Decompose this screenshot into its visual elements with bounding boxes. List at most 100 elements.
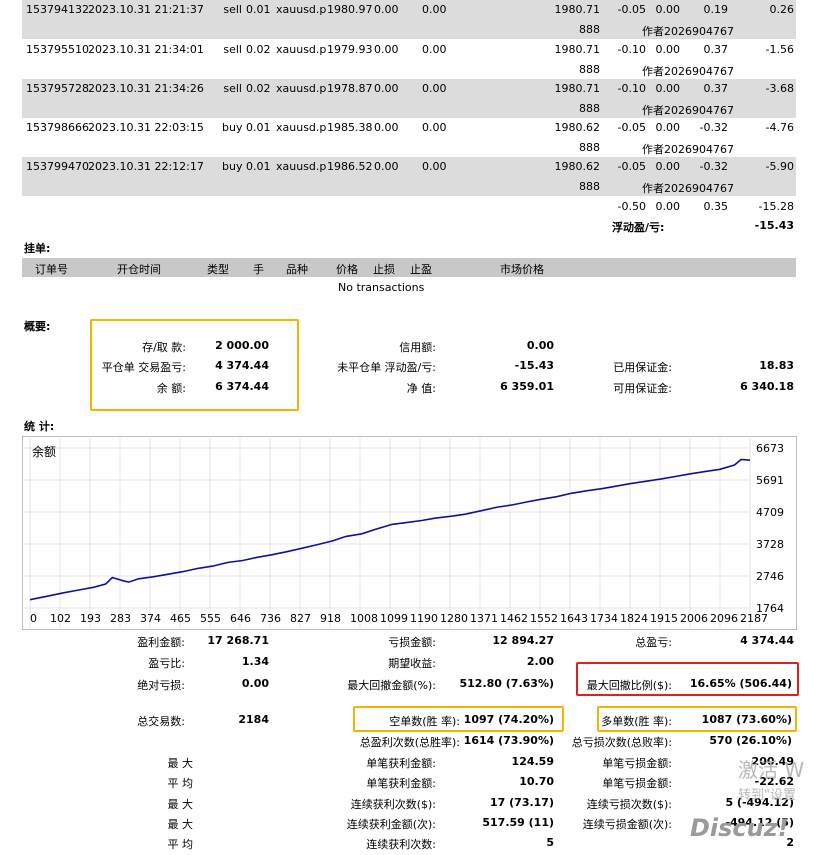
chart-x-tick: 2187 <box>740 612 768 625</box>
trade-comment: 作者2026904767 <box>642 143 734 156</box>
trade-open-time: 2023.10.31 21:21:37 <box>88 3 204 16</box>
max-consec-loss-label: 连续亏损金额(次): <box>582 818 672 831</box>
average-label: 平 均 <box>167 777 194 790</box>
trade-profit: -1.56 <box>765 43 794 56</box>
max-consec-profit-value: 517.59 (11) <box>482 816 554 829</box>
pending-title: 挂单: <box>24 242 51 255</box>
chart-y-tick: 5691 <box>756 474 784 487</box>
max-label: 最 大 <box>167 798 194 811</box>
trade-market-price-digits: 888 <box>579 102 600 115</box>
max-consec-wins-value: 17 (73.17) <box>490 796 554 809</box>
trade-row: 153799470 2023.10.31 22:12:17 buy 0.01 xauus… <box>22 157 796 196</box>
long-trades-value: 1087 (73.60%) <box>701 713 792 726</box>
trade-commission: -0.05 <box>617 121 646 134</box>
chart-x-tick: 1734 <box>590 612 618 625</box>
total-commission: -0.50 <box>617 200 646 213</box>
floating-pl-summary-label: 未平仓单 浮动盈/亏: <box>337 361 436 374</box>
max2-label: 最 大 <box>167 818 194 831</box>
trade-item: xauusd.p <box>276 82 327 95</box>
trade-size: 0.02 <box>246 43 271 56</box>
summary-title: 概要: <box>24 320 51 333</box>
trade-size: 0.02 <box>246 82 271 95</box>
trade-sl: 0.00 <box>374 43 399 56</box>
chart-y-tick: 3728 <box>756 538 784 551</box>
pending-col-tp: 止盈 <box>410 263 432 276</box>
trade-taxes: 0.00 <box>655 160 681 173</box>
trade-row: 153795510 2023.10.31 21:34:01 sell 0.02 xauu… <box>22 40 796 79</box>
trade-price: 1978.87 <box>327 82 373 95</box>
chart-y-tick: 2746 <box>756 570 784 583</box>
gross-profit-value: 17 268.71 <box>207 634 269 647</box>
balance-chart: 余额 667356914709372827461764 <box>22 436 797 630</box>
trade-item: xauusd.p <box>276 3 327 16</box>
trade-commission: -0.05 <box>617 3 646 16</box>
trade-swap: 0.19 <box>703 3 729 16</box>
chart-x-tick: 1008 <box>350 612 378 625</box>
trade-sl: 0.00 <box>374 160 399 173</box>
trade-swap: -0.32 <box>699 121 728 134</box>
trade-tp: 0.00 <box>422 82 447 95</box>
trade-type: sell <box>223 82 242 95</box>
chart-x-tick: 1280 <box>440 612 468 625</box>
chart-x-tick: 2006 <box>680 612 708 625</box>
chart-x-tick: 0 <box>30 612 37 625</box>
trade-commission: -0.10 <box>617 43 646 56</box>
largest-profit-label: 单笔获利金额: <box>366 757 436 770</box>
trade-ticket: 153794132 <box>26 3 89 16</box>
trade-type: buy <box>222 121 243 134</box>
trade-taxes: 0.00 <box>655 43 681 56</box>
pending-col-type: 类型 <box>207 263 229 276</box>
trade-taxes: 0.00 <box>655 3 681 16</box>
chart-x-tick: 102 <box>50 612 71 625</box>
profit-trades-value: 1614 (73.90%) <box>463 734 554 747</box>
pending-col-market: 市场价格 <box>500 263 544 276</box>
profit-factor-label: 盈亏比: <box>148 657 185 670</box>
total-profit: -15.28 <box>758 200 794 213</box>
equity-label: 净 值: <box>406 382 436 395</box>
trade-market-price-digits: 888 <box>579 63 600 76</box>
total-net-value: 4 374.44 <box>740 634 794 647</box>
trade-market-price-digits: 888 <box>579 180 600 193</box>
pending-col-sl: 止损 <box>373 263 395 276</box>
chart-x-tick: 1915 <box>650 612 678 625</box>
gross-profit-label: 盈利金额: <box>137 636 185 649</box>
chart-x-tick: 827 <box>290 612 311 625</box>
trade-type: sell <box>223 3 242 16</box>
margin-value: 18.83 <box>759 359 794 372</box>
trade-comment: 作者2026904767 <box>642 65 734 78</box>
trade-market-price-digits: 888 <box>579 141 600 154</box>
gross-loss-label: 亏损金额: <box>388 636 436 649</box>
avg-consec-wins-label: 连续获利次数: <box>366 838 436 851</box>
pending-col-size: 手 <box>253 263 264 276</box>
balance-label: 余 额: <box>156 382 186 395</box>
trade-tp: 0.00 <box>422 160 447 173</box>
trade-market-price: 1980.71 <box>554 82 601 95</box>
trade-profit: -3.68 <box>765 82 794 95</box>
avg2-label: 平 均 <box>167 838 194 851</box>
activation-watermark: 激活 W <box>738 758 805 782</box>
discuz-logo: Discuz! <box>690 814 789 842</box>
avg-consec-wins-value: 5 <box>546 836 554 849</box>
trade-sl: 0.00 <box>374 82 399 95</box>
trade-item: xauusd.p <box>276 160 327 173</box>
trade-comment: 作者2026904767 <box>642 104 734 117</box>
max-consec-profit-label: 连续获利金额(次): <box>346 818 436 831</box>
activation-watermark-hint: 转到"设置 <box>738 788 796 803</box>
trade-ticket: 153795510 <box>26 43 89 56</box>
trade-market-price-digits: 888 <box>579 23 600 36</box>
total-trades-label: 总交易数: <box>137 715 185 728</box>
trade-swap: 0.37 <box>703 43 729 56</box>
trade-open-time: 2023.10.31 22:12:17 <box>88 160 204 173</box>
trade-item: xauusd.p <box>276 121 327 134</box>
chart-x-tick: 1643 <box>560 612 588 625</box>
trade-tp: 0.00 <box>422 3 447 16</box>
expected-payoff-label: 期望收益: <box>388 657 436 670</box>
avg-loss-label: 单笔亏损金额: <box>602 777 672 790</box>
trade-item: xauusd.p <box>276 43 327 56</box>
trade-price: 1985.38 <box>327 121 373 134</box>
pending-col-item: 品种 <box>286 263 308 276</box>
trade-market-price: 1980.71 <box>554 3 601 16</box>
chart-x-tick: 1462 <box>500 612 528 625</box>
chart-x-tick: 1190 <box>410 612 438 625</box>
chart-x-tick: 1099 <box>380 612 408 625</box>
